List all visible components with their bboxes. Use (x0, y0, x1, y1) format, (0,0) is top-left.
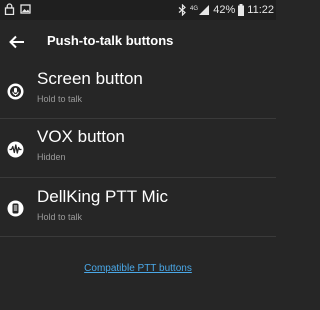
app-bar: Push-to-talk buttons (0, 20, 276, 63)
compatible-ptt-buttons-link[interactable]: Compatible PTT buttons (0, 263, 276, 274)
status-bar: 4G 42% 11:22 (0, 0, 276, 20)
battery-icon (238, 4, 245, 16)
waveform-icon (7, 141, 24, 158)
item-subtitle: Hold to talk (37, 212, 83, 222)
list-item-dellking-ptt-mic[interactable]: DellKing PTT Mic Hold to talk (0, 179, 276, 237)
item-subtitle: Hidden (37, 152, 66, 162)
item-subtitle: Hold to talk (37, 94, 83, 104)
battery-percent: 42% (213, 4, 236, 16)
bluetooth-icon (178, 4, 187, 16)
list-item-vox-button[interactable]: VOX button Hidden (0, 121, 276, 179)
item-title: Screen button (37, 69, 143, 88)
divider (0, 236, 276, 237)
signal-icon: 4G (190, 5, 210, 15)
status-notifications (4, 3, 31, 15)
item-title: DellKing PTT Mic (37, 187, 168, 206)
network-type-label: 4G (190, 6, 198, 12)
lock-icon (4, 3, 15, 15)
divider (0, 177, 276, 178)
ptt-device-icon (7, 200, 24, 217)
list-item-screen-button[interactable]: Screen button Hold to talk (0, 63, 276, 121)
divider (0, 118, 276, 119)
page-title: Push-to-talk buttons (47, 33, 174, 48)
arrow-left-icon (9, 35, 24, 49)
back-button[interactable] (4, 29, 30, 55)
mic-circle-icon (7, 83, 24, 100)
item-title: VOX button (37, 127, 125, 146)
clock: 11:22 (247, 4, 274, 16)
image-icon (20, 4, 31, 14)
status-system: 4G 42% 11:22 (178, 3, 274, 17)
